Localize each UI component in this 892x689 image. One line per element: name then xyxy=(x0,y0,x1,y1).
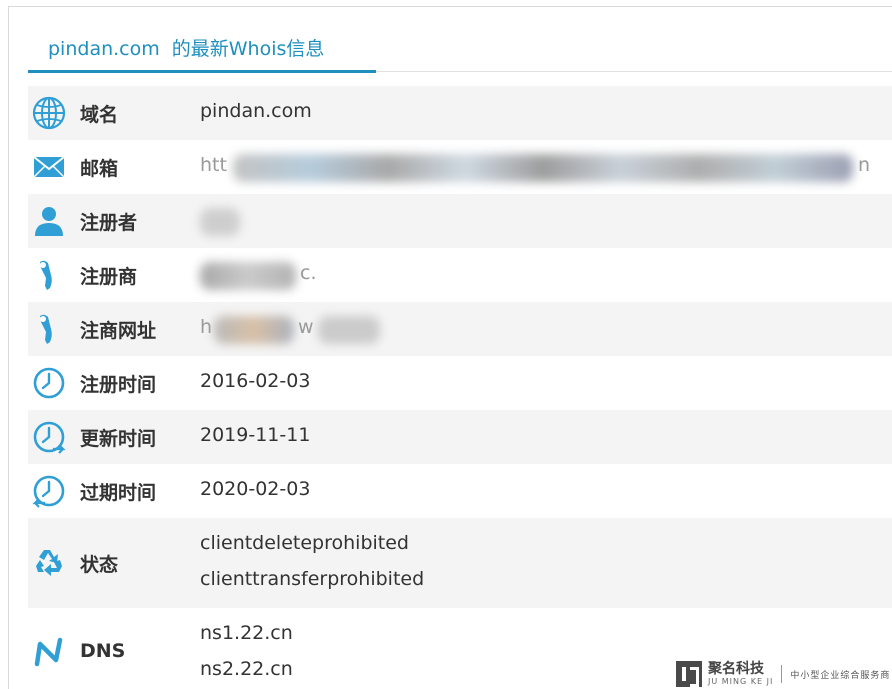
clock-back-icon xyxy=(32,475,65,508)
clock-icon xyxy=(33,367,65,399)
row-label: 邮箱 xyxy=(80,158,119,180)
watermark-name-en: JU MING KE JI xyxy=(708,677,774,686)
row-value-suffix: n xyxy=(858,154,871,176)
row-label: 更新时间 xyxy=(80,428,157,450)
juming-logo-icon xyxy=(676,661,702,687)
row-label: 注册商 xyxy=(80,266,138,288)
header-suffix: 的最新Whois信息 xyxy=(171,38,325,60)
whois-row-status: 状态 clientdeleteprohibited clienttransfer… xyxy=(28,518,892,608)
whois-row-registrar: 注册商 c. xyxy=(28,248,892,302)
status-value: clientdeleteprohibited xyxy=(200,532,409,554)
globe-icon xyxy=(32,96,66,130)
row-value-suffix: c. xyxy=(300,262,317,284)
whois-row-email: 邮箱 htt n xyxy=(28,140,892,194)
whois-table: 域名 pindan.com 邮箱 htt n 注册者 注册商 c. 注商网址 h… xyxy=(28,86,892,689)
header-title: pindan.com 的最新Whois信息 xyxy=(48,34,324,61)
row-label: 状态 xyxy=(80,554,119,576)
watermark-separator xyxy=(781,665,783,683)
whois-row-created: 注册时间 2016-02-03 xyxy=(28,356,892,410)
row-value: 2016-02-03 xyxy=(200,370,311,392)
mail-icon xyxy=(33,156,65,178)
redacted-registrar-url-tail xyxy=(318,316,380,344)
whois-row-registrant: 注册者 xyxy=(28,194,892,248)
dns-icon xyxy=(34,637,63,667)
whois-row-registrar-url: 注商网址 h w xyxy=(28,302,892,356)
row-label: DNS xyxy=(80,640,126,662)
row-label: 注商网址 xyxy=(80,320,157,342)
watermark-text: 聚名科技 JU MING KE JI xyxy=(708,661,773,687)
row-label: 过期时间 xyxy=(80,482,157,504)
whois-row-domain: 域名 pindan.com xyxy=(28,86,892,140)
row-value-suffix: w xyxy=(298,316,314,338)
whois-header: pindan.com 的最新Whois信息 xyxy=(28,28,892,73)
row-label: 注册者 xyxy=(80,212,138,234)
row-value: 2020-02-03 xyxy=(200,478,311,500)
row-value-prefix: h xyxy=(200,316,213,338)
header-underline xyxy=(28,70,376,73)
watermark-slogan: 中小型企业综合服务商 xyxy=(790,670,891,681)
redacted-email xyxy=(233,154,853,182)
row-value: 2019-11-11 xyxy=(200,424,311,446)
recycle-icon xyxy=(36,550,62,576)
watermark-name-cn: 聚名科技 xyxy=(708,661,764,677)
redacted-registrar xyxy=(200,262,296,290)
row-value-prefix: htt xyxy=(200,154,227,176)
row-values: clientdeleteprohibited clienttransferpro… xyxy=(200,530,424,602)
pin-icon xyxy=(40,314,52,344)
pin-icon xyxy=(40,260,52,290)
redacted-registrar-url xyxy=(214,316,294,344)
status-value: clienttransferprohibited xyxy=(200,568,425,590)
dns-value: ns1.22.cn xyxy=(200,622,293,644)
row-label: 注册时间 xyxy=(80,374,157,396)
whois-row-expires: 过期时间 2020-02-03 xyxy=(28,464,892,518)
redacted-registrant xyxy=(200,208,240,236)
person-icon xyxy=(35,207,63,236)
header-domain: pindan.com xyxy=(48,38,160,60)
row-label: 域名 xyxy=(80,104,119,126)
whois-row-updated: 更新时间 2019-11-11 xyxy=(28,410,892,464)
watermark: 聚名科技 JU MING KE JI 中小型企业综合服务商 xyxy=(676,660,890,688)
dns-value: ns2.22.cn xyxy=(200,658,293,680)
row-value: pindan.com xyxy=(200,100,312,122)
row-values: ns1.22.cn ns2.22.cn xyxy=(200,620,293,689)
clock-forward-icon xyxy=(33,421,66,454)
